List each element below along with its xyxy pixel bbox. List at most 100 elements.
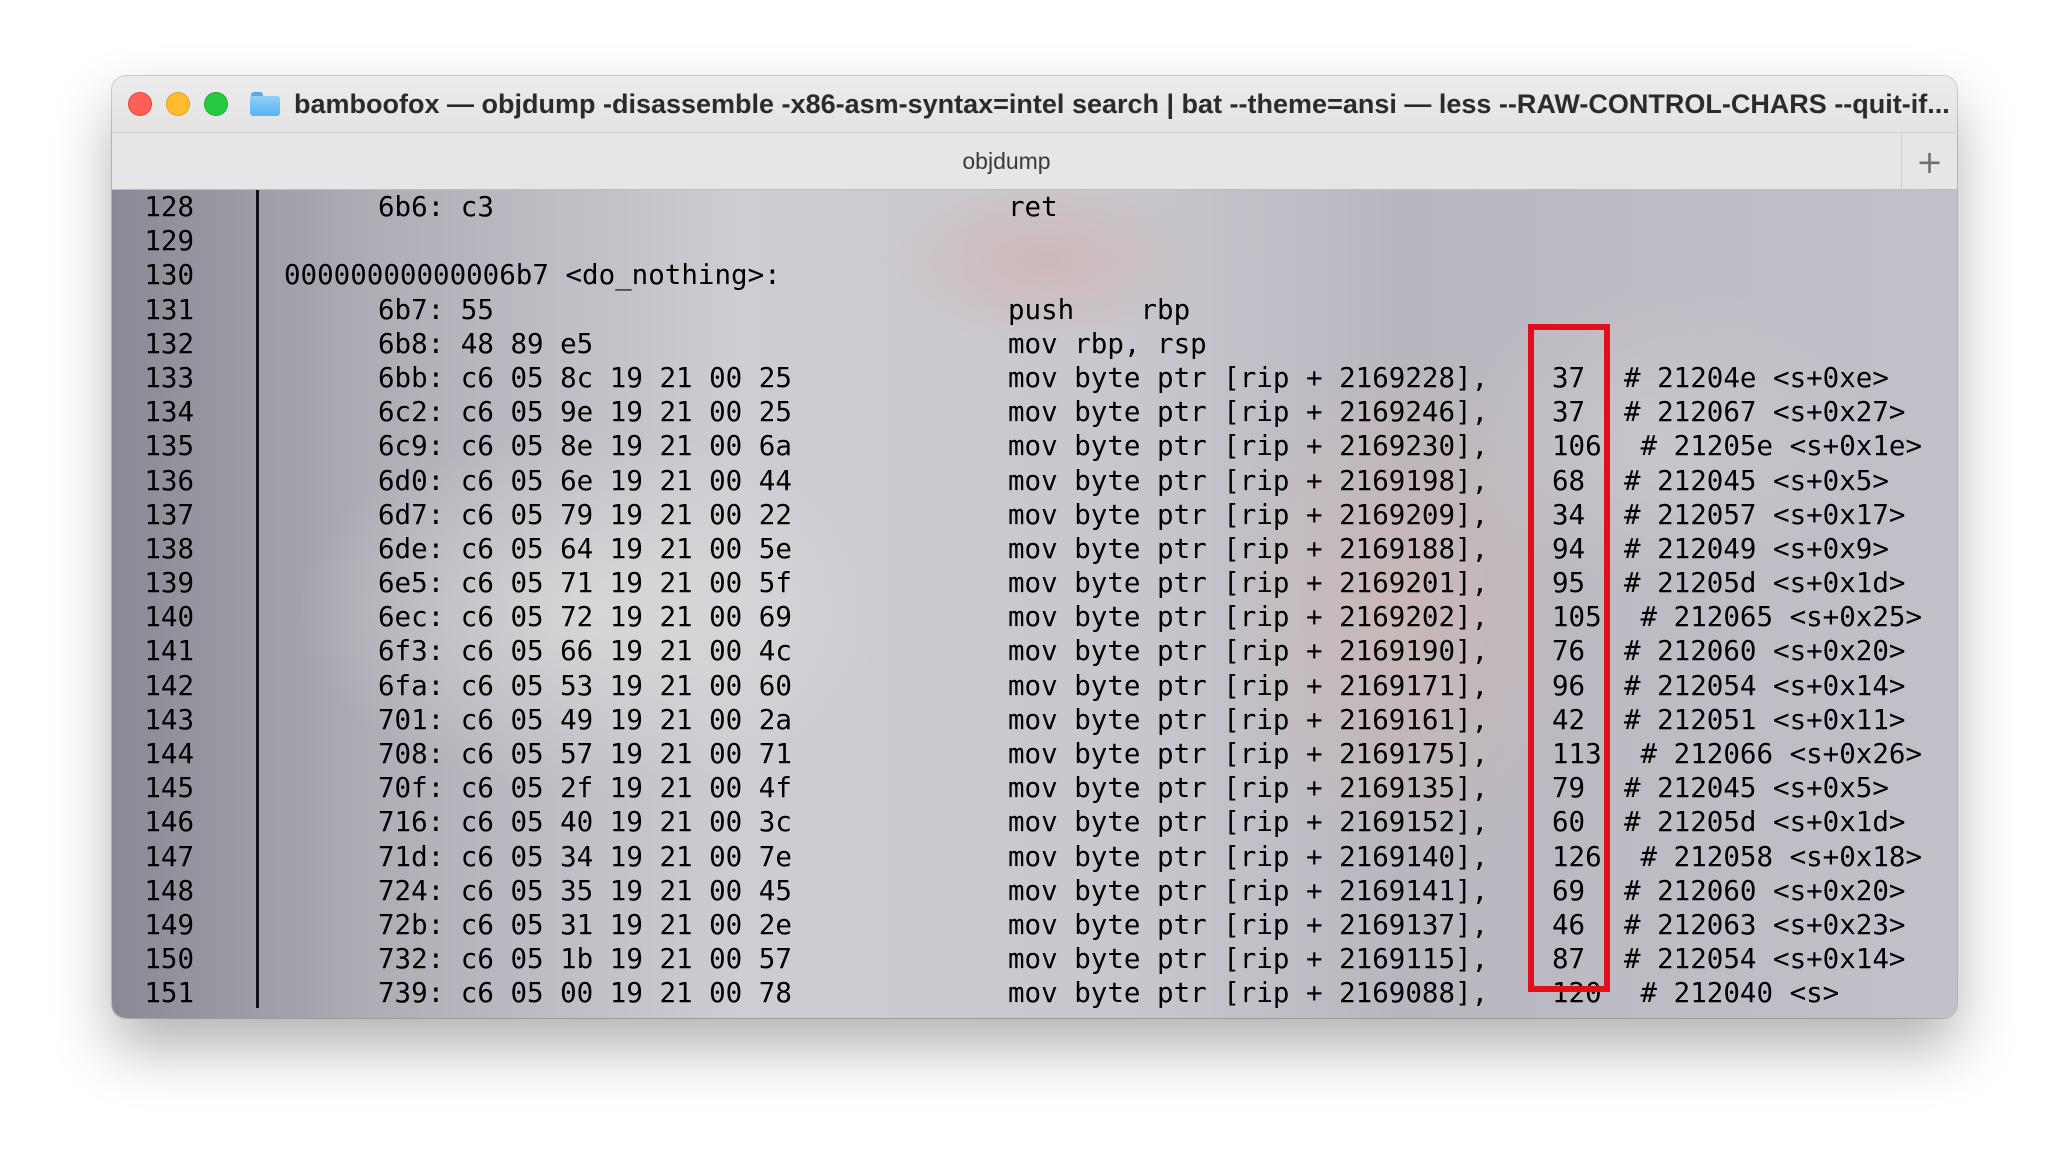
- assembly-instruction: mov byte ptr [rip + 2169135],: [1008, 772, 1489, 805]
- assembly-instruction: ret: [1008, 191, 1058, 223]
- assembly-instruction: mov byte ptr [rip + 2169171],: [1008, 669, 1489, 702]
- line-number: 136: [144, 464, 194, 497]
- line-number: 149: [144, 908, 194, 941]
- assembly-instruction: mov byte ptr [rip + 2169137],: [1008, 908, 1489, 941]
- assembly-instruction: mov byte ptr [rip + 2169190],: [1008, 635, 1489, 668]
- instruction-bytes: 739: c6 05 00 19 21 00 78: [378, 977, 792, 1010]
- instruction-bytes: 6fa: c6 05 53 19 21 00 60: [378, 669, 792, 702]
- line-number: 150: [144, 943, 194, 976]
- address-comment: # 212067 <s+0x27>: [1624, 396, 1906, 429]
- assembly-instruction: mov byte ptr [rip + 2169230],: [1008, 430, 1489, 463]
- instruction-bytes: 6d7: c6 05 79 19 21 00 22: [378, 498, 792, 531]
- address-comment: # 212060 <s+0x20>: [1624, 635, 1906, 668]
- instruction-bytes: 71d: c6 05 34 19 21 00 7e: [378, 840, 792, 873]
- tab-bar: objdump +: [112, 132, 1957, 190]
- address-comment: # 212040 <s>: [1624, 977, 1840, 1010]
- address-comment: # 212049 <s+0x9>: [1624, 532, 1889, 565]
- instruction-bytes: 6b7: 55: [378, 293, 494, 326]
- assembly-instruction: mov byte ptr [rip + 2169115],: [1008, 943, 1489, 976]
- line-number: 144: [144, 738, 194, 770]
- instruction-bytes: 6c9: c6 05 8e 19 21 00 6a: [378, 430, 792, 463]
- window-controls: [128, 92, 228, 116]
- address-comment: # 21204e <s+0xe>: [1624, 361, 1889, 394]
- instruction-bytes: 6de: c6 05 64 19 21 00 5e: [378, 532, 792, 565]
- line-number: 140: [144, 601, 194, 634]
- line-number: 134: [144, 396, 194, 429]
- tab-objdump[interactable]: objdump: [112, 133, 1901, 189]
- line-number: 128: [144, 191, 194, 223]
- assembly-instruction: mov byte ptr [rip + 2169228],: [1008, 361, 1489, 394]
- instruction-bytes: 70f: c6 05 2f 19 21 00 4f: [378, 772, 792, 805]
- assembly-instruction: mov byte ptr [rip + 2169088],: [1008, 977, 1489, 1010]
- line-number: 147: [144, 840, 194, 873]
- instruction-bytes: 6e5: c6 05 71 19 21 00 5f: [378, 567, 792, 600]
- line-number: 143: [144, 703, 194, 736]
- terminal-window: bamboofox — objdump -disassemble -x86-as…: [112, 76, 1957, 1018]
- title-bar[interactable]: bamboofox — objdump -disassemble -x86-as…: [112, 76, 1957, 132]
- address-comment: # 212054 <s+0x14>: [1624, 669, 1906, 702]
- address-comment: # 212054 <s+0x14>: [1624, 943, 1906, 976]
- line-number: 146: [144, 806, 194, 839]
- folder-icon: [250, 92, 280, 116]
- assembly-instruction: mov byte ptr [rip + 2169152],: [1008, 806, 1489, 839]
- line-number: 139: [144, 567, 194, 600]
- assembly-instruction: mov byte ptr [rip + 2169201],: [1008, 567, 1489, 600]
- instruction-bytes: 6c2: c6 05 9e 19 21 00 25: [378, 396, 792, 429]
- address-comment: # 212057 <s+0x17>: [1624, 498, 1906, 531]
- address-comment: # 21205d <s+0x1d>: [1624, 806, 1906, 839]
- line-number: 137: [144, 498, 194, 531]
- line-number: 141: [144, 635, 194, 668]
- minimize-icon[interactable]: [166, 92, 190, 116]
- new-tab-button[interactable]: +: [1901, 133, 1957, 190]
- line-number: 138: [144, 532, 194, 565]
- instruction-bytes: 72b: c6 05 31 19 21 00 2e: [378, 908, 792, 941]
- assembly-instruction: mov rbp, rsp: [1008, 327, 1207, 360]
- instruction-bytes: 716: c6 05 40 19 21 00 3c: [378, 806, 792, 839]
- close-icon[interactable]: [128, 92, 152, 116]
- assembly-instruction: mov byte ptr [rip + 2169161],: [1008, 703, 1489, 736]
- assembly-instruction: push rbp: [1008, 293, 1191, 326]
- instruction-bytes: 6d0: c6 05 6e 19 21 00 44: [378, 464, 792, 497]
- assembly-instruction: mov byte ptr [rip + 2169246],: [1008, 396, 1489, 429]
- instruction-bytes: 701: c6 05 49 19 21 00 2a: [378, 703, 792, 736]
- line-number: 132: [144, 327, 194, 360]
- instruction-bytes: 6bb: c6 05 8c 19 21 00 25: [378, 361, 792, 394]
- line-number: 145: [144, 772, 194, 805]
- line-number: 135: [144, 430, 194, 463]
- address-comment: # 21205e <s+0x1e>: [1624, 430, 1923, 463]
- instruction-bytes: 6f3: c6 05 66 19 21 00 4c: [378, 635, 792, 668]
- line-number: 131: [144, 293, 194, 326]
- line-number: 151: [144, 977, 194, 1010]
- instruction-bytes: 732: c6 05 1b 19 21 00 57: [378, 943, 792, 976]
- line-number: 148: [144, 874, 194, 907]
- highlight-box: [1528, 324, 1610, 992]
- instruction-bytes: 724: c6 05 35 19 21 00 45: [378, 874, 792, 907]
- line-number: 129: [144, 225, 194, 258]
- address-comment: # 212045 <s+0x5>: [1624, 464, 1889, 497]
- line-number: 133: [144, 361, 194, 394]
- instruction-bytes: 6b6: c3: [378, 191, 494, 223]
- assembly-instruction: mov byte ptr [rip + 2169209],: [1008, 498, 1489, 531]
- line-number: 130: [144, 259, 194, 292]
- function-label: 00000000000006b7 <do_nothing>:: [284, 259, 781, 292]
- assembly-instruction: mov byte ptr [rip + 2169140],: [1008, 840, 1489, 873]
- instruction-bytes: 708: c6 05 57 19 21 00 71: [378, 738, 792, 770]
- maximize-icon[interactable]: [204, 92, 228, 116]
- window-title: bamboofox — objdump -disassemble -x86-as…: [294, 88, 1950, 119]
- address-comment: # 212051 <s+0x11>: [1624, 703, 1906, 736]
- assembly-instruction: mov byte ptr [rip + 2169141],: [1008, 874, 1489, 907]
- assembly-instruction: mov byte ptr [rip + 2169202],: [1008, 601, 1489, 634]
- instruction-bytes: 6b8: 48 89 e5: [378, 327, 594, 360]
- address-comment: # 21205d <s+0x1d>: [1624, 567, 1906, 600]
- gutter-divider: [256, 190, 259, 1008]
- address-comment: # 212066 <s+0x26>: [1624, 738, 1923, 770]
- address-comment: # 212058 <s+0x18>: [1624, 840, 1923, 873]
- address-comment: # 212045 <s+0x5>: [1624, 772, 1889, 805]
- terminal-content[interactable]: 128 6b6: c3 ret 129 130 00000000000006b7 <do_…: [112, 190, 1957, 1018]
- assembly-instruction: mov byte ptr [rip + 2169175],: [1008, 738, 1489, 770]
- assembly-instruction: mov byte ptr [rip + 2169188],: [1008, 532, 1489, 565]
- assembly-instruction: mov byte ptr [rip + 2169198],: [1008, 464, 1489, 497]
- line-number: 142: [144, 669, 194, 702]
- address-comment: # 212060 <s+0x20>: [1624, 874, 1906, 907]
- address-comment: # 212065 <s+0x25>: [1624, 601, 1923, 634]
